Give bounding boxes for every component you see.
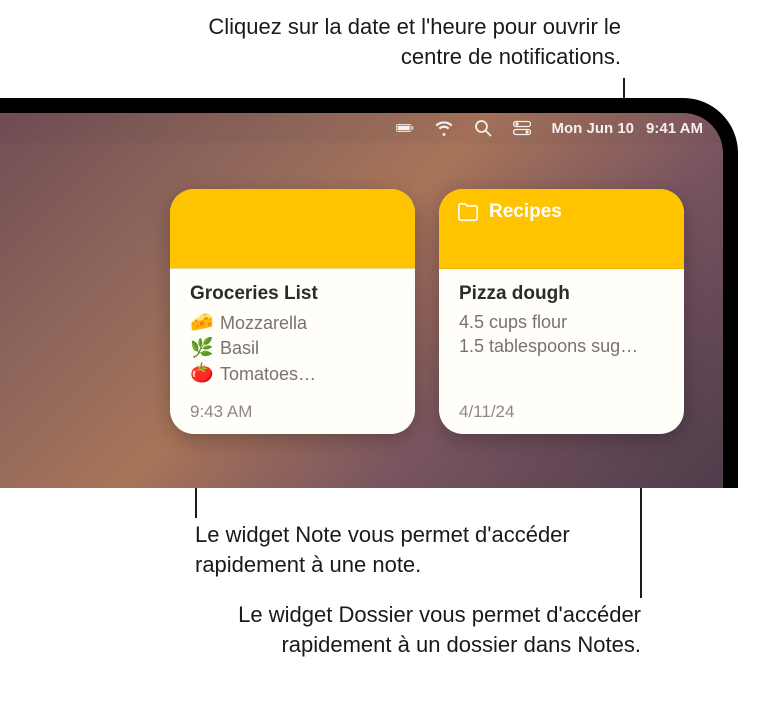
menu-bar-datetime[interactable]: Mon Jun 10 9:41 AM [552, 120, 703, 137]
note-widget[interactable]: Groceries List 🧀 Mozzarella 🌿 Basil 🍅 Tomat… [170, 189, 415, 434]
list-item: 🍅 Tomatoes… [190, 361, 395, 387]
annotation-top: Cliquez sur la date et l'heure pour ouvr… [161, 12, 621, 71]
item-label: Tomatoes… [220, 362, 316, 386]
folder-widget-header: Recipes [439, 189, 684, 235]
spotlight-icon[interactable] [474, 119, 492, 137]
cheese-icon: 🧀 [190, 310, 212, 336]
menu-bar-time: 9:41 AM [646, 120, 703, 137]
annotation-folder-widget: Le widget Dossier vous permet d'accéder … [211, 600, 641, 659]
folder-timestamp: 4/11/24 [459, 402, 664, 422]
note-widget-header [170, 189, 415, 269]
control-center-icon[interactable] [513, 119, 531, 137]
note-preview-line: 4.5 cups flour [459, 310, 664, 334]
menu-bar-date: Mon Jun 10 [552, 120, 635, 137]
folder-name: Recipes [489, 201, 562, 223]
note-in-folder-title: Pizza dough [459, 283, 664, 305]
note-preview-line: 1.5 tablespoons sug… [459, 334, 664, 358]
menu-bar: Mon Jun 10 9:41 AM [0, 113, 723, 143]
note-timestamp: 9:43 AM [190, 402, 395, 422]
folder-divider [439, 235, 684, 269]
note-widget-body: Groceries List 🧀 Mozzarella 🌿 Basil 🍅 Tomat… [170, 269, 415, 434]
item-label: Basil [220, 336, 259, 360]
item-label: Mozzarella [220, 311, 307, 335]
annotation-note-widget: Le widget Note vous permet d'accéder rap… [195, 520, 615, 579]
list-item: 🧀 Mozzarella [190, 310, 395, 336]
folder-widget[interactable]: Recipes Pizza dough 4.5 cups flour 1.5 t… [439, 189, 684, 434]
tomato-icon: 🍅 [190, 361, 212, 387]
battery-icon[interactable] [396, 119, 414, 137]
note-items: 🧀 Mozzarella 🌿 Basil 🍅 Tomatoes… [190, 310, 395, 387]
note-title: Groceries List [190, 283, 395, 305]
wifi-icon[interactable] [435, 119, 453, 137]
list-item: 🌿 Basil [190, 336, 395, 362]
leader-line [640, 470, 642, 598]
folder-icon [457, 201, 479, 223]
folder-widget-body: Pizza dough 4.5 cups flour 1.5 tablespoo… [439, 269, 684, 434]
basil-icon: 🌿 [190, 336, 212, 362]
widgets-area: Groceries List 🧀 Mozzarella 🌿 Basil 🍅 Tomat… [170, 189, 684, 434]
device-frame: Mon Jun 10 9:41 AM Groceries List 🧀 Mozza… [0, 98, 738, 488]
